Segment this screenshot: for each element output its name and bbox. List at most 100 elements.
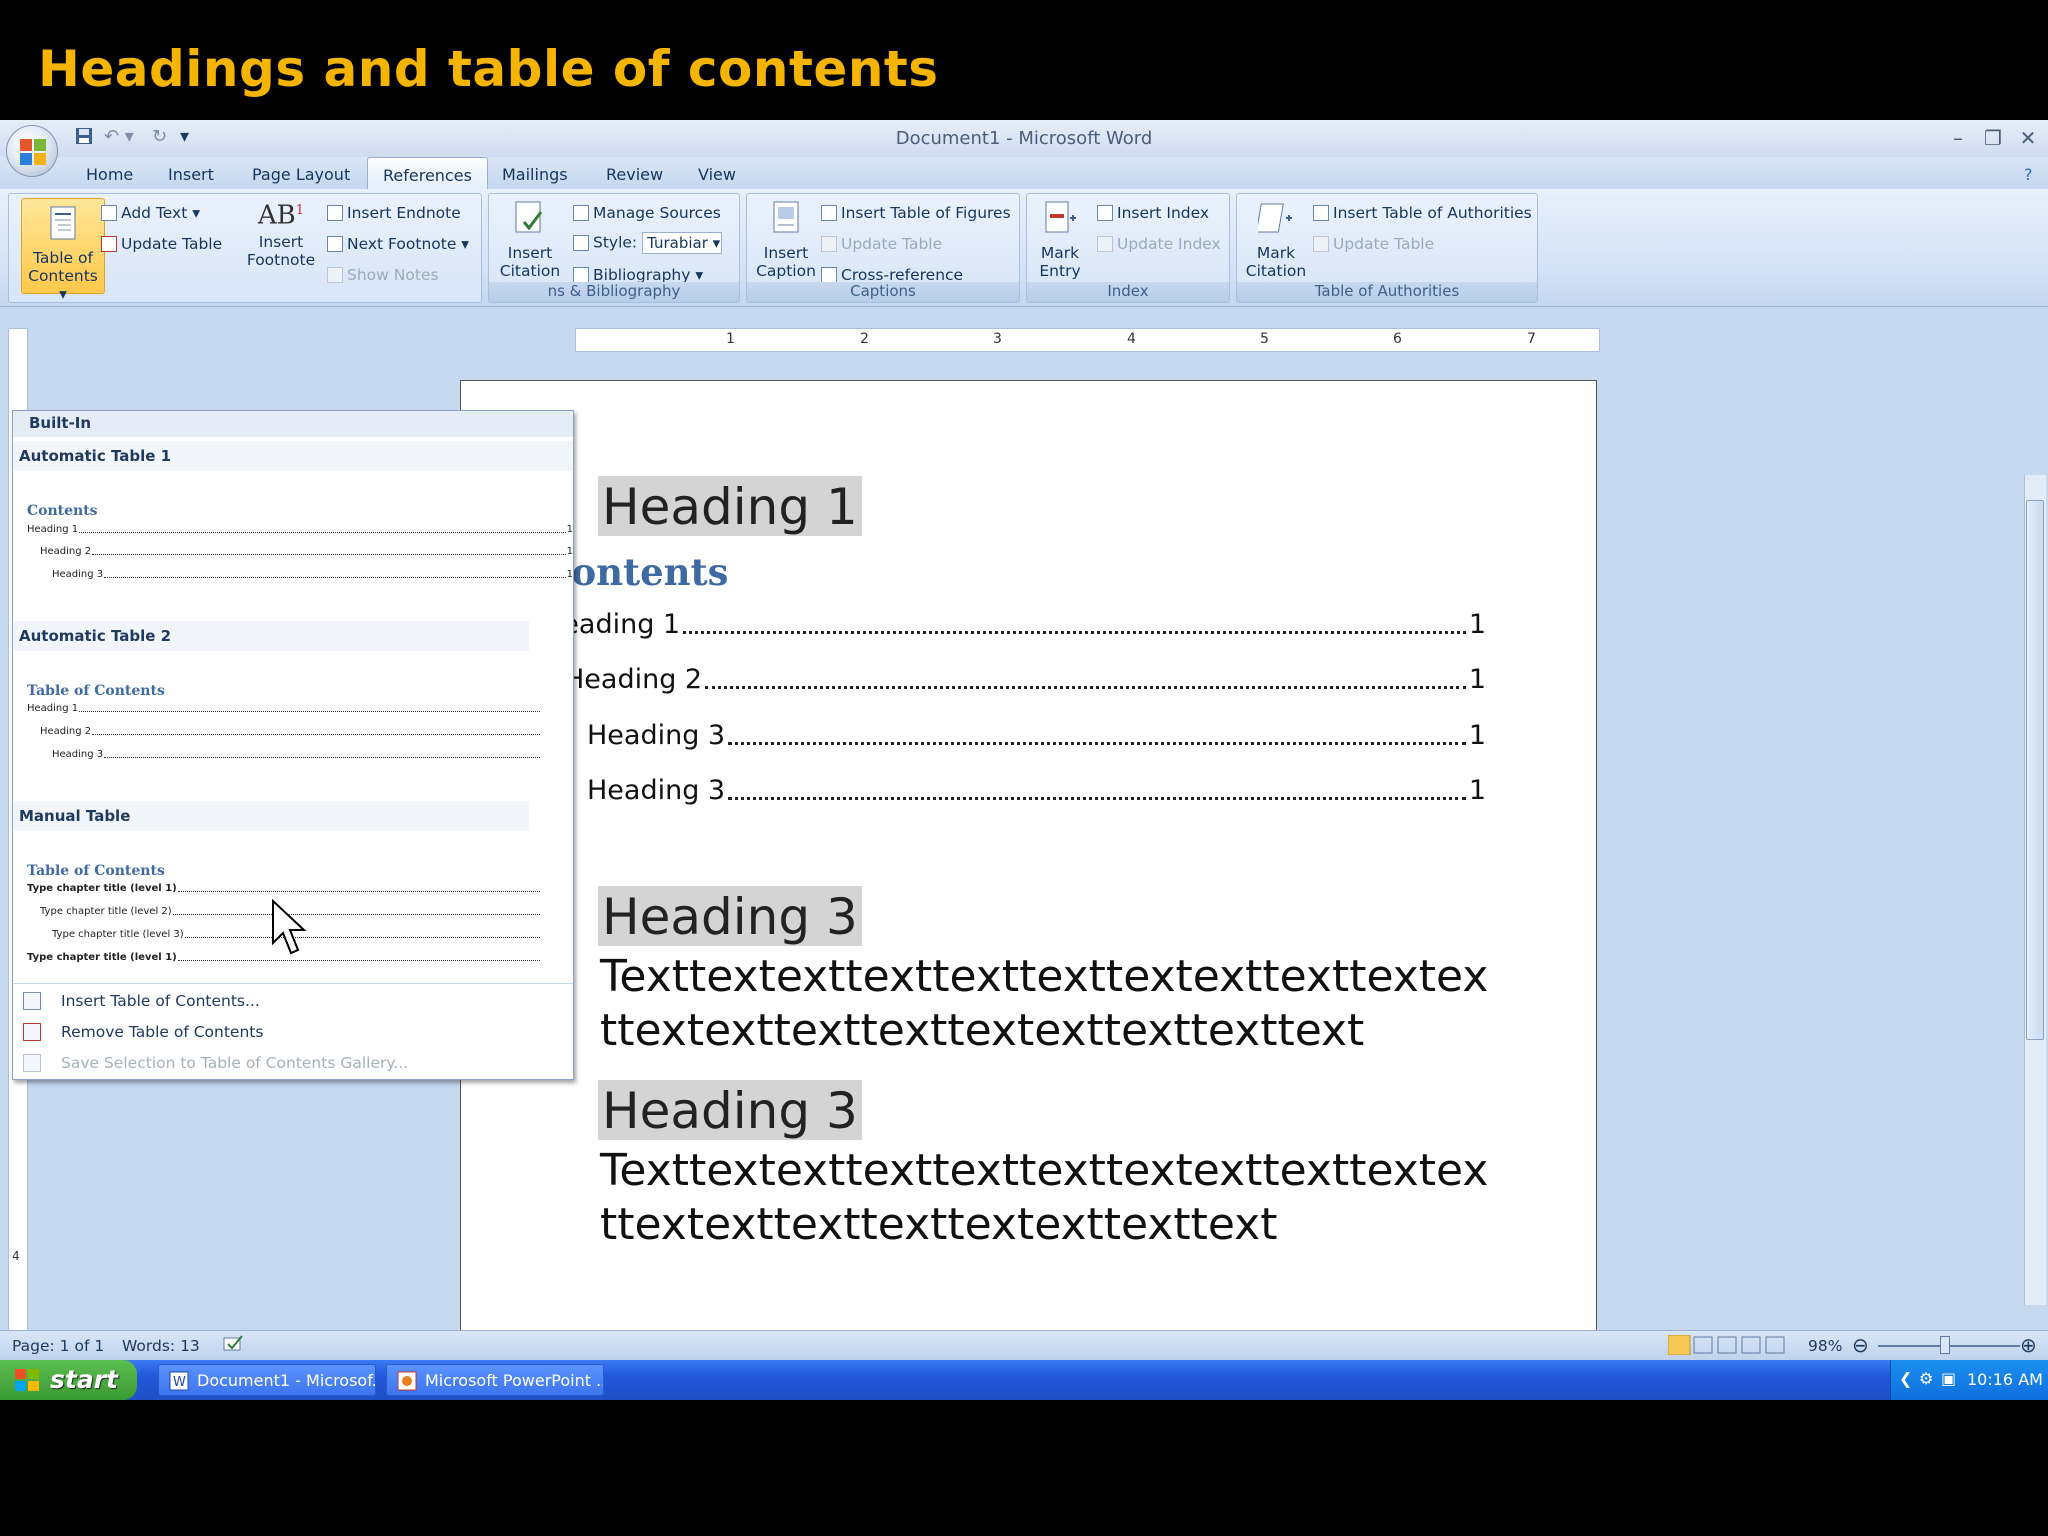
remove-table-of-contents-menu-item[interactable]: Remove Table of Contents (13, 1017, 573, 1047)
manage-sources-button[interactable]: Manage Sources (573, 204, 721, 222)
system-tray: ❮ ⚙ ▣ 10:16 AM (1890, 1360, 2048, 1400)
update-table-label: Update Table (121, 235, 223, 253)
toc-entry[interactable]: Heading 3 1 (587, 717, 1486, 751)
gallery-item-automatic-table-2[interactable]: Automatic Table 2 (19, 627, 171, 645)
update-table-authorities-icon (1313, 236, 1329, 252)
update-table-figures-icon (821, 236, 837, 252)
insert-table-of-contents-menu-item[interactable]: Insert Table of Contents... (13, 986, 573, 1016)
close-button[interactable]: ✕ (2016, 126, 2040, 150)
help-icon[interactable]: ? (2024, 165, 2033, 184)
office-button[interactable] (6, 125, 58, 177)
toc-label-2: Contents ▾ (28, 267, 98, 303)
page-count[interactable]: Page: 1 of 1 (12, 1337, 104, 1355)
insert-caption-label-1: Insert (763, 244, 809, 262)
update-index-button[interactable]: Update Index (1097, 235, 1221, 253)
restore-button[interactable]: ❐ (1981, 126, 2005, 150)
remove-toc-label: Remove Table of Contents (61, 1023, 264, 1041)
tab-review[interactable]: Review (606, 165, 663, 184)
zoom-level[interactable]: 98% (1808, 1337, 1842, 1355)
horizontal-ruler[interactable]: 1 2 3 4 5 6 7 (575, 328, 1600, 352)
clock[interactable]: 10:16 AM (1967, 1370, 2043, 1389)
mark-citation-label-2: Citation (1245, 262, 1307, 280)
next-footnote-button[interactable]: Next Footnote ▾ (327, 235, 469, 253)
document-heading-3[interactable]: Heading 3 (598, 1080, 862, 1140)
monitor-icon[interactable]: ▣ (1941, 1369, 1956, 1388)
update-table-authorities-label: Update Table (1333, 235, 1435, 253)
tab-home[interactable]: Home (86, 165, 133, 184)
tab-view[interactable]: View (698, 165, 736, 184)
insert-footnote-button[interactable]: AB1 Insert Footnote (241, 202, 321, 269)
ruler-tick-5: 5 (1260, 331, 1269, 347)
update-table-button[interactable]: Update Table (101, 235, 222, 253)
title-bar: ↶ ▾ ↻ ▾ Document1 - Microsoft Word – ❐ ✕ (0, 120, 2048, 157)
toc-entry[interactable]: Heading 11 (542, 606, 1486, 640)
update-index-label: Update Index (1117, 235, 1221, 253)
insert-caption-button[interactable]: Insert Caption (751, 200, 821, 280)
manage-sources-icon (573, 205, 589, 221)
zoom-in-icon[interactable]: ⊕ (2020, 1333, 2037, 1357)
toc-entry[interactable]: Heading 3 1 (587, 772, 1486, 806)
tab-references[interactable]: References (367, 157, 488, 190)
toc-entry-page: 1 (1468, 720, 1486, 751)
word-window: ↶ ▾ ↻ ▾ Document1 - Microsoft Word – ❐ ✕… (0, 120, 2048, 1400)
proofing-icon[interactable] (222, 1334, 246, 1358)
gallery-row-label: Heading 3 (52, 569, 104, 580)
word-count[interactable]: Words: 13 (122, 1337, 200, 1355)
add-text-label: Add Text ▾ (121, 204, 200, 222)
style-combo[interactable]: Turabiar ▾ (642, 232, 723, 254)
zoom-slider-thumb[interactable] (1940, 1336, 1950, 1354)
next-footnote-label: Next Footnote ▾ (347, 235, 470, 253)
mark-entry-button[interactable]: Mark Entry (1031, 200, 1089, 280)
show-notes-button[interactable]: Show Notes (327, 266, 439, 284)
insert-citation-label-1: Insert (507, 244, 553, 262)
tab-insert[interactable]: Insert (168, 165, 214, 184)
gallery-preview-row: Heading 3 1 (52, 568, 573, 580)
view-buttons[interactable] (1667, 1334, 1788, 1359)
document-heading-3[interactable]: Heading 3 (598, 886, 862, 946)
insert-index-button[interactable]: Insert Index (1097, 204, 1209, 222)
document-body-text[interactable]: Texttextexttexttexttexttextexttexttextex… (600, 1144, 1500, 1252)
mark-citation-button[interactable]: Mark Citation (1239, 200, 1313, 280)
citations-group-label: ns & Bibliography (489, 282, 739, 302)
insert-index-icon (1097, 205, 1113, 221)
minimize-button[interactable]: – (1946, 126, 1970, 150)
zoom-out-icon[interactable]: ⊖ (1852, 1333, 1869, 1357)
gallery-preview-row: Heading 2 (40, 725, 541, 737)
scrollbar-thumb[interactable] (2026, 500, 2044, 1040)
document-heading-1[interactable]: Heading 1 (598, 476, 862, 536)
group-table-of-contents: Table of Contents ▾ Add Text ▾ Update Ta… (8, 193, 482, 303)
insert-table-of-authorities-button[interactable]: Insert Table of Authorities (1313, 204, 1532, 222)
save-selection-menu-item[interactable]: Save Selection to Table of Contents Gall… (13, 1048, 573, 1078)
word-icon: W (169, 1371, 189, 1391)
insert-endnote-button[interactable]: Insert Endnote (327, 204, 461, 222)
toc-entry-label: Heading 3 (587, 775, 726, 806)
view-layout-icon (1667, 1334, 1785, 1356)
toc-entry-label: Heading 2 (564, 664, 703, 695)
update-table-figures-button[interactable]: Update Table (821, 235, 942, 253)
gallery-row-label: Heading 2 (40, 726, 92, 737)
insert-toc-icon (23, 992, 41, 1010)
update-table-authorities-button[interactable]: Update Table (1313, 235, 1434, 253)
style-selector[interactable]: Style: Turabiar ▾ (573, 232, 723, 254)
gallery-item-manual-table[interactable]: Manual Table (19, 807, 130, 825)
update-table-icon (101, 236, 117, 252)
insert-table-of-figures-button[interactable]: Insert Table of Figures (821, 204, 1011, 222)
taskbar-item-word[interactable]: W Document1 - Microsof... (158, 1364, 376, 1396)
toc-entry[interactable]: Heading 2 1 (564, 661, 1486, 695)
document-body-text[interactable]: Texttextexttexttexttexttextexttexttextex… (600, 950, 1500, 1058)
table-of-contents-button[interactable]: Table of Contents ▾ (21, 198, 105, 303)
gallery-item-automatic-table-1[interactable]: Automatic Table 1 (19, 447, 171, 465)
footnote-icon: AB1 (257, 200, 305, 231)
tab-mailings[interactable]: Mailings (502, 165, 568, 184)
remove-toc-icon (23, 1023, 41, 1041)
tab-page-layout[interactable]: Page Layout (252, 165, 350, 184)
taskbar-item-powerpoint[interactable]: Microsoft PowerPoint ... (386, 1364, 604, 1396)
tray-expand-icon[interactable]: ❮ (1899, 1369, 1912, 1388)
toc-entry-page: 1 (1468, 664, 1486, 695)
ruler-tick-3: 3 (993, 331, 1002, 347)
start-button[interactable]: start (0, 1360, 137, 1400)
gallery-section-built-in: Built-In (13, 411, 573, 437)
toc-label-1: Table of (33, 249, 93, 267)
network-icon[interactable]: ⚙ (1919, 1369, 1933, 1388)
add-text-button[interactable]: Add Text ▾ (101, 204, 200, 222)
